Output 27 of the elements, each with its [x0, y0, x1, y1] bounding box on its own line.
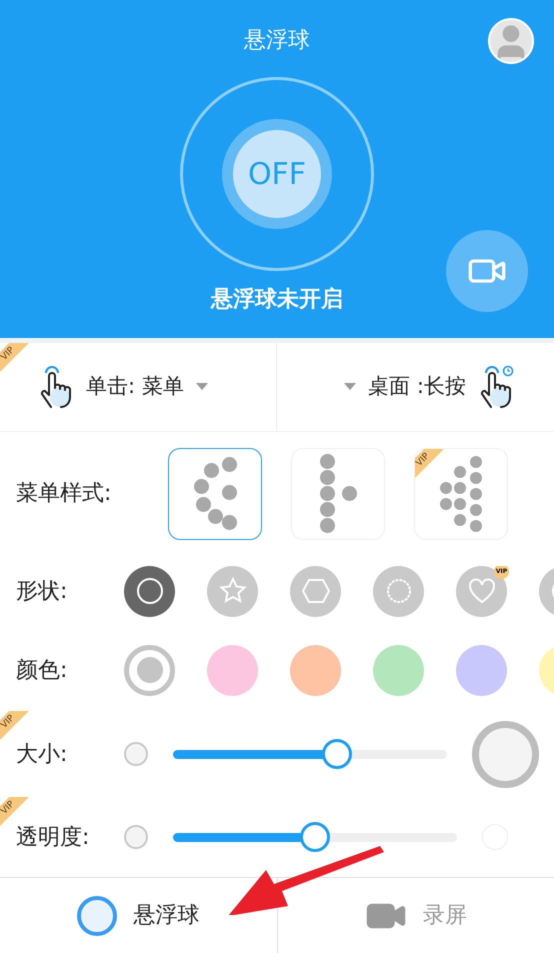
dropdown-caret-icon [344, 383, 356, 391]
page-title: 悬浮球 [244, 27, 310, 55]
setting-label: 颜色: [15, 656, 68, 685]
heart-icon [468, 578, 496, 604]
hexagon-icon [302, 578, 330, 604]
shape-option[interactable] [124, 566, 175, 617]
setting-label: 形状: [15, 578, 68, 606]
menu-style-option[interactable] [168, 448, 262, 540]
setting-label: 大小: [15, 740, 68, 768]
color-swatch[interactable] [124, 644, 175, 696]
slider-thumb[interactable] [300, 822, 330, 852]
slider[interactable] [173, 822, 457, 852]
gesture-dropdown[interactable]: 桌面 :长按 [276, 343, 554, 431]
setting-label: 透明度: [15, 824, 90, 852]
star-icon [218, 577, 246, 606]
slider-thumb[interactable] [322, 739, 352, 769]
flower-icon [384, 577, 412, 606]
dropdown-caret-icon [196, 383, 208, 391]
setting-label: 菜单样式: [15, 480, 112, 508]
color-swatch[interactable] [207, 644, 258, 696]
status-text: 悬浮球未开启 [211, 286, 343, 314]
slider[interactable] [173, 739, 447, 769]
color-swatch[interactable] [373, 644, 424, 696]
color-swatch[interactable] [456, 644, 507, 696]
color-swatch[interactable] [290, 644, 341, 696]
avatar[interactable] [488, 18, 534, 64]
circle-icon [136, 577, 164, 606]
